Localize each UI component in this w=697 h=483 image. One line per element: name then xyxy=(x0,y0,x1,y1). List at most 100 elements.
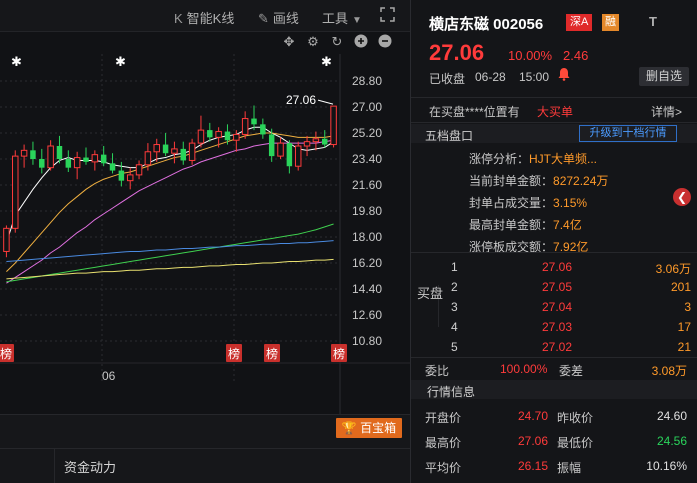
big-order-highlight: 大买单 xyxy=(537,105,574,119)
baobao-box-button[interactable]: 🏆 百宝箱 xyxy=(336,418,402,438)
weibi-value: 100.00% xyxy=(500,362,548,376)
bid-volume: 17 xyxy=(677,320,691,334)
gear-icon[interactable]: ⚙ xyxy=(305,34,321,50)
quote-label: 平均价 xyxy=(425,461,462,475)
candle-body xyxy=(180,148,187,161)
fullscreen-icon[interactable] xyxy=(380,7,395,25)
candlestick-chart[interactable]: 28.80 27.00 25.20 23.40 21.60 19.80 18.00 16.20… xyxy=(0,54,410,414)
tools-menu-button[interactable]: 工具 ▼ xyxy=(322,8,366,27)
trophy-icon: 🏆 xyxy=(341,421,357,435)
y-tick-label: 21.60 xyxy=(352,178,382,192)
candle-body xyxy=(321,138,328,145)
quote-info-title: 行情信息 xyxy=(427,385,476,399)
bid-volume: 3.06万 xyxy=(655,262,691,276)
detail-link[interactable]: 详情> xyxy=(651,103,682,120)
remove-watchlist-button[interactable]: 删自选 xyxy=(639,67,689,86)
upgrade-level10-button[interactable]: 升级到十档行情 xyxy=(579,125,677,142)
quote-label: 开盘价 xyxy=(425,411,462,425)
chevron-left-icon[interactable]: ❮ xyxy=(673,188,691,206)
order-book-title: 五档盘口 xyxy=(425,129,474,143)
candle-body xyxy=(286,143,293,167)
candle-body xyxy=(268,134,275,157)
limit-up-analysis[interactable]: 涨停分析：HJT大单频... xyxy=(469,150,597,167)
bid-volume: 3 xyxy=(684,300,691,314)
zoom-in-icon[interactable] xyxy=(353,34,369,50)
bid-row[interactable]: 4 27.03 17 xyxy=(411,317,697,337)
candle-body xyxy=(91,154,99,163)
chevron-down-icon: ▼ xyxy=(352,15,362,26)
max-seal-amount: 最高封单金额：7.4亿 xyxy=(469,218,582,232)
candle-body xyxy=(56,146,63,159)
bid-level: 3 xyxy=(451,300,458,314)
star-icon: ✱ xyxy=(321,55,332,70)
ma-line xyxy=(6,258,334,280)
change-percent: 10.00% xyxy=(508,48,553,63)
bid-price: 27.03 xyxy=(542,320,573,334)
y-tick-label: 19.80 xyxy=(352,204,382,218)
quote-value: 27.06 xyxy=(518,434,549,448)
candle-body xyxy=(171,148,178,154)
bid-volume: 201 xyxy=(670,280,691,294)
chart-toolbar: K 智能K线 ✎ 画线 工具 ▼ xyxy=(0,0,410,32)
last-price-pointer xyxy=(317,99,334,105)
bid-level: 5 xyxy=(451,340,458,354)
weicha-value: 3.08万 xyxy=(651,364,687,378)
bell-icon[interactable] xyxy=(557,67,571,81)
x-tick-label: 06 xyxy=(102,369,116,383)
candle-body xyxy=(233,133,240,141)
refresh-icon[interactable]: ↻ xyxy=(329,34,345,50)
move-icon[interactable]: ✥ xyxy=(281,34,297,50)
bid-row[interactable]: 1 27.06 3.06万 xyxy=(411,257,697,277)
candle-body xyxy=(83,157,89,162)
candle-body xyxy=(294,145,302,167)
quote-value: 24.70 xyxy=(518,409,549,423)
bang-label: 榜 xyxy=(228,346,240,361)
kline-chart-area: K 智能K线 ✎ 画线 工具 ▼ ✥ ⚙ ↻ 28.80 27.00 25.20 23.40… xyxy=(0,0,410,483)
candle-body xyxy=(303,141,311,147)
candle-body xyxy=(260,124,266,135)
t-icon[interactable]: T xyxy=(649,14,657,29)
last-price-label: 27.06 xyxy=(286,93,316,107)
y-tick-label: 18.00 xyxy=(352,230,382,244)
candle-body xyxy=(65,159,72,168)
draw-line-button[interactable]: ✎ 画线 xyxy=(258,8,299,27)
quote-row: 开盘价 24.70 昨收价 24.60 xyxy=(411,409,697,429)
candle-body xyxy=(251,118,257,125)
bid-row[interactable]: 5 27.02 21 xyxy=(411,337,697,357)
bang-label: 榜 xyxy=(333,346,345,361)
seal-ratio: 封单占成交量：3.15% xyxy=(469,196,588,210)
divider xyxy=(0,448,410,449)
candle-body xyxy=(277,142,284,157)
candle-body xyxy=(20,149,28,157)
y-tick-label: 27.00 xyxy=(352,100,382,114)
y-tick-label: 28.80 xyxy=(352,74,382,88)
quote-value: 24.60 xyxy=(656,409,687,423)
candle-body xyxy=(126,174,134,182)
quote-label: 振幅 xyxy=(557,461,582,475)
quote-panel: 横店东磁 002056 深A 融 T 27.06 10.00% 2.46 已收盘… xyxy=(410,0,697,483)
market-badge: 深A xyxy=(566,14,593,31)
ma-line xyxy=(6,223,334,283)
quote-date: 06-28 xyxy=(475,70,506,84)
y-tick-label: 16.20 xyxy=(352,256,382,270)
candle-body xyxy=(118,170,125,181)
smart-kline-button[interactable]: K 智能K线 xyxy=(174,8,234,27)
zoom-out-icon[interactable] xyxy=(377,34,393,50)
weicha-label: 委差 xyxy=(559,364,584,378)
candle-body xyxy=(39,159,45,168)
stock-title: 横店东磁 002056 xyxy=(429,16,544,33)
bid-row[interactable]: 3 27.04 3 xyxy=(411,297,697,317)
k-icon: K xyxy=(174,11,183,26)
y-tick-label: 23.40 xyxy=(352,152,382,166)
bang-label: 榜 xyxy=(266,346,278,361)
divider xyxy=(54,449,55,483)
y-tick-label: 10.80 xyxy=(352,334,382,348)
candle-body xyxy=(144,151,152,166)
bid-row[interactable]: 2 27.05 201 xyxy=(411,277,697,297)
candle-body xyxy=(207,130,213,138)
fund-flow-tab[interactable]: 资金动力 xyxy=(64,457,116,476)
quote-value: 24.56 xyxy=(656,434,687,448)
candle-body xyxy=(197,129,205,144)
bid-volume: 21 xyxy=(677,340,691,354)
y-tick-label: 25.20 xyxy=(352,126,382,140)
